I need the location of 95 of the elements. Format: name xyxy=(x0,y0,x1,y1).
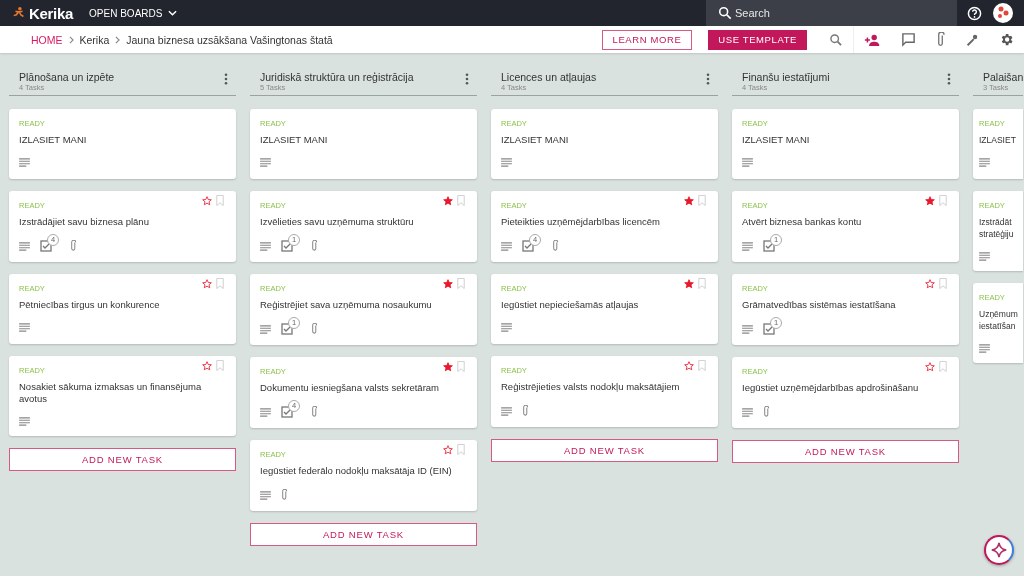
search-icon[interactable] xyxy=(829,32,843,47)
description-icon xyxy=(260,324,271,334)
description-icon xyxy=(501,241,512,251)
column-title: Licences un atļaujas xyxy=(501,71,597,83)
description-icon xyxy=(501,323,512,332)
card-title: IZLASIET MANI xyxy=(501,134,570,146)
description-icon xyxy=(501,406,512,416)
description-icon xyxy=(979,158,990,167)
card-title: Izstrādāt stratēģiju xyxy=(979,216,1015,240)
chevron-right-icon xyxy=(68,35,74,44)
card-title: Grāmatvedības sistēmas iestatīšana xyxy=(742,299,897,311)
avatar-icon[interactable] xyxy=(993,3,1013,23)
add-task-button[interactable]: ADD NEW TASK xyxy=(732,440,959,463)
description-icon xyxy=(742,324,753,334)
card-title: Atvērt biznesa bankas kontu xyxy=(742,216,863,228)
more-options-icon[interactable] xyxy=(706,73,710,85)
wrench-icon[interactable] xyxy=(965,32,979,47)
description-icon xyxy=(19,323,30,332)
star-icon[interactable] xyxy=(684,195,694,206)
runner-icon xyxy=(12,6,26,20)
open-boards-menu[interactable]: OPEN BOARDS xyxy=(89,7,178,19)
assistant-button[interactable] xyxy=(984,535,1014,565)
card-title: Nosakiet sākuma izmaksas un finansējuma avotus xyxy=(19,381,203,405)
breadcrumb-link[interactable]: HOME xyxy=(31,33,63,46)
breadcrumb-link[interactable]: Kerika xyxy=(79,33,110,46)
card-title: Dokumentu iesniegšana valsts sekretāram xyxy=(260,382,440,394)
description-icon xyxy=(501,158,512,167)
help-icon[interactable] xyxy=(967,5,982,21)
star-icon[interactable] xyxy=(684,278,694,289)
card-title: Iegūstiet federālo nodokļu maksātāja ID (EIN) xyxy=(260,465,453,477)
checklist-icon xyxy=(40,240,52,252)
description-icon xyxy=(260,241,271,251)
learn-more-button[interactable]: LEARN MORE xyxy=(601,29,693,50)
more-options-icon[interactable] xyxy=(224,73,228,85)
star-icon[interactable] xyxy=(443,361,453,372)
star-icon[interactable] xyxy=(202,360,212,371)
column-title: Juridiskā struktūra un reģistrācija xyxy=(260,71,414,83)
card-title: Izstrādājiet savu biznesa plānu xyxy=(19,216,150,228)
star-icon[interactable] xyxy=(925,195,935,206)
checklist-icon xyxy=(281,323,293,335)
add-person-icon[interactable] xyxy=(864,32,881,47)
description-icon xyxy=(979,252,990,261)
card-title: Iegūstiet uzņēmējdarbības apdrošināšanu xyxy=(742,382,920,394)
description-icon xyxy=(19,241,30,251)
card-title: Izvēlieties savu uzņēmuma struktūru xyxy=(260,216,415,228)
description-icon xyxy=(19,417,30,426)
chat-icon[interactable] xyxy=(901,32,916,47)
star-icon[interactable] xyxy=(443,278,453,289)
description-icon xyxy=(742,158,753,167)
settings-icon[interactable] xyxy=(999,32,1014,47)
checklist-icon xyxy=(281,240,293,252)
description-icon xyxy=(979,344,990,353)
more-options-icon[interactable] xyxy=(465,73,469,85)
chevron-down-icon xyxy=(168,10,178,16)
more-options-icon[interactable] xyxy=(947,73,951,85)
star-icon[interactable] xyxy=(684,360,694,371)
search-icon xyxy=(718,6,732,20)
description-icon xyxy=(742,407,753,417)
checklist-icon xyxy=(281,406,293,418)
chevron-right-icon xyxy=(115,35,121,44)
star-icon[interactable] xyxy=(202,278,212,289)
description-icon xyxy=(19,158,30,167)
paperclip-icon[interactable] xyxy=(936,31,945,48)
star-icon[interactable] xyxy=(443,195,453,206)
checklist-icon xyxy=(522,240,534,252)
checklist-icon xyxy=(763,323,775,335)
description-icon xyxy=(742,241,753,251)
app-logo[interactable]: Kerika xyxy=(29,4,74,22)
card-title: Reģistrējiet sava uzņēmuma nosaukumu xyxy=(260,299,433,311)
add-task-button[interactable]: ADD NEW TASK xyxy=(9,448,236,471)
card-title: IZLASIET MANI xyxy=(742,134,811,146)
column-title: Plānošana un izpēte xyxy=(19,71,115,83)
description-icon xyxy=(260,407,271,417)
search-field[interactable]: Search xyxy=(706,0,957,26)
card-title: IZLASIET MANI xyxy=(260,134,329,146)
card-title: Pieteikties uzņēmējdarbības licencēm xyxy=(501,216,661,228)
card-title: IZLASIET MANI xyxy=(19,134,88,146)
checklist-icon xyxy=(763,240,775,252)
star-icon[interactable] xyxy=(925,278,935,289)
card-title: Iegūstiet nepieciešamās atļaujas xyxy=(501,299,640,311)
star-icon[interactable] xyxy=(443,444,453,455)
card-title: Reģistrējieties valsts nodokļu maksātājiem xyxy=(501,381,681,393)
star-icon[interactable] xyxy=(925,361,935,372)
column-title: Finanšu iestatījumi xyxy=(742,71,830,83)
star-icon[interactable] xyxy=(202,195,212,206)
description-icon xyxy=(260,490,271,500)
card-title: IZLASIET xyxy=(979,134,1017,146)
column-title: Palaišan xyxy=(983,71,1024,83)
add-task-button[interactable]: ADD NEW TASK xyxy=(250,523,477,546)
description-icon xyxy=(260,158,271,167)
card-title: Uzņēmum iestatīšan xyxy=(979,308,1019,332)
card-title: Pētniecības tirgus un konkurence xyxy=(19,299,161,311)
sparkle-icon xyxy=(990,541,1008,559)
add-task-button[interactable]: ADD NEW TASK xyxy=(491,439,718,462)
use-template-button[interactable]: USE TEMPLATE xyxy=(708,29,807,50)
